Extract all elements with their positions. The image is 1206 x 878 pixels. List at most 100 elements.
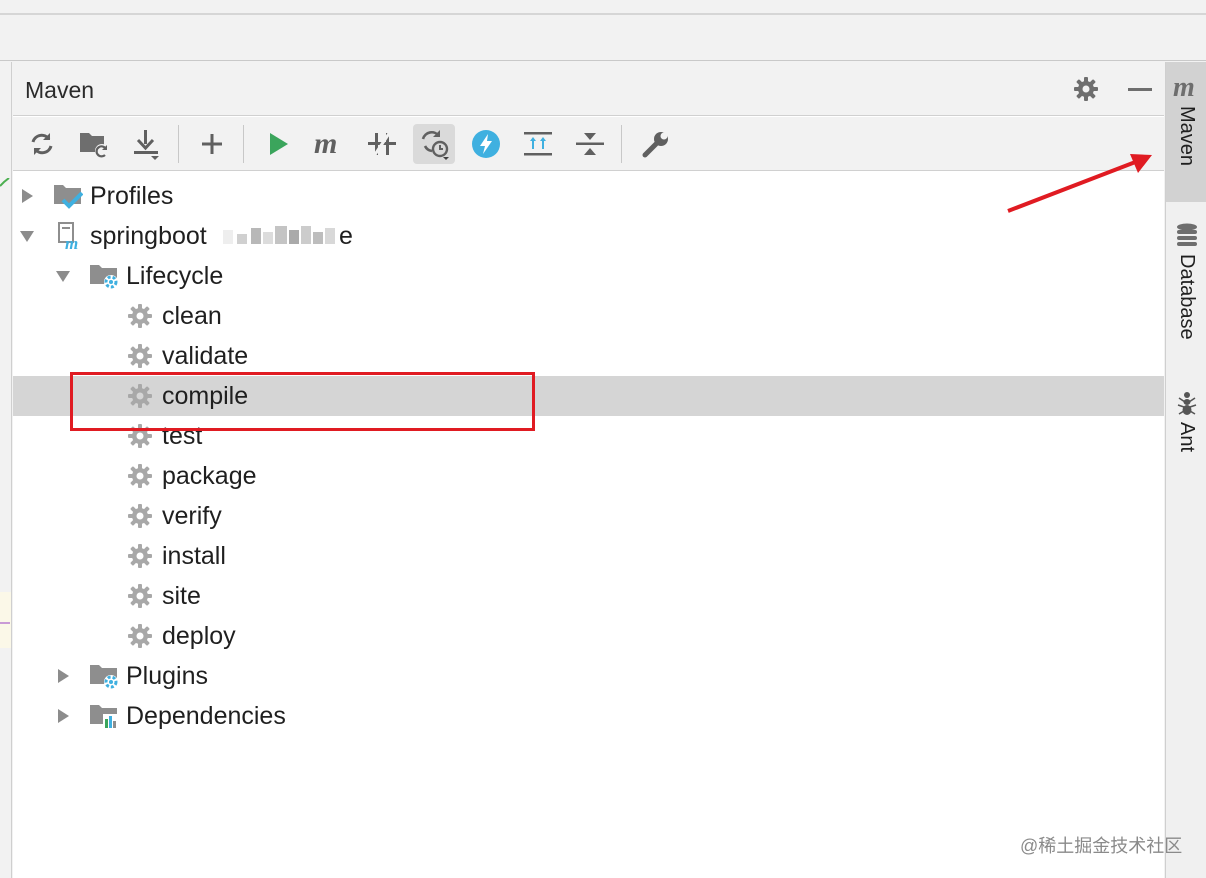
svg-text:m: m bbox=[314, 130, 337, 158]
lifecycle-phase-deploy[interactable]: deploy bbox=[13, 616, 1164, 656]
maven-module-icon: m bbox=[58, 222, 78, 250]
collapse-all-icon bbox=[576, 133, 604, 155]
tree-label: Dependencies bbox=[126, 702, 286, 730]
minimize-icon[interactable] bbox=[1125, 74, 1155, 104]
gear-icon bbox=[128, 344, 152, 368]
stripe-label: Maven bbox=[1176, 106, 1198, 167]
dependencies-folder-icon bbox=[90, 705, 118, 729]
gutter-highlight bbox=[0, 592, 11, 648]
refresh-icon bbox=[31, 133, 53, 155]
panel-title: Maven bbox=[25, 77, 95, 103]
tree-label: Plugins bbox=[126, 662, 208, 690]
watermark: @稀土掘金技术社区 bbox=[1020, 836, 1183, 856]
gear-icon bbox=[128, 424, 152, 448]
expand-arrow-icon[interactable] bbox=[55, 668, 71, 684]
tree-label: clean bbox=[162, 302, 222, 330]
svg-text:m: m bbox=[65, 234, 78, 250]
svg-text:m: m bbox=[1173, 74, 1195, 100]
expand-arrow-icon[interactable] bbox=[55, 708, 71, 724]
gear-icon bbox=[128, 304, 152, 328]
ant-icon bbox=[1177, 392, 1196, 415]
right-tool-stripe: m Maven Database Ant bbox=[1165, 62, 1206, 878]
tree-label: site bbox=[162, 582, 201, 610]
lifecycle-phase-package[interactable]: package bbox=[13, 456, 1164, 496]
stripe-label: Ant bbox=[1176, 422, 1198, 453]
tree-node-profiles[interactable]: Profiles bbox=[13, 176, 1164, 216]
download-sources-button[interactable] bbox=[125, 124, 167, 164]
redacted-project-name bbox=[223, 224, 349, 248]
stripe-label: Database bbox=[1176, 254, 1198, 340]
editor-tab-strip bbox=[0, 0, 1206, 15]
execute-maven-goal-button[interactable]: m bbox=[309, 124, 351, 164]
lifecycle-phase-test[interactable]: test bbox=[13, 416, 1164, 456]
tool-window-header: Maven bbox=[13, 62, 1164, 116]
toolbar-separator bbox=[243, 125, 244, 163]
gear-icon bbox=[128, 384, 152, 408]
profiles-folder-icon bbox=[54, 185, 83, 209]
maven-settings-button[interactable] bbox=[635, 124, 677, 164]
expand-arrow-icon[interactable] bbox=[19, 188, 35, 204]
expand-all-button[interactable] bbox=[517, 124, 559, 164]
skip-tests-icon bbox=[421, 130, 449, 160]
tree-label: compile bbox=[162, 382, 249, 410]
gear-icon bbox=[128, 624, 152, 648]
expand-all-icon bbox=[524, 132, 552, 156]
gear-icon bbox=[128, 584, 152, 608]
lifecycle-phase-validate[interactable]: validate bbox=[13, 336, 1164, 376]
skip-tests-button[interactable] bbox=[413, 124, 455, 164]
tree-label: verify bbox=[162, 502, 222, 530]
lifecycle-phase-site[interactable]: site bbox=[13, 576, 1164, 616]
gear-icon bbox=[128, 464, 152, 488]
tree-label-suffix: e bbox=[339, 222, 353, 250]
tree-label: test bbox=[162, 422, 203, 450]
lifecycle-folder-icon bbox=[90, 265, 118, 289]
tree-label: Profiles bbox=[90, 182, 174, 210]
toolbar-separator bbox=[178, 125, 179, 163]
tree-node-lifecycle[interactable]: Lifecycle bbox=[13, 256, 1164, 296]
collapse-arrow-icon[interactable] bbox=[19, 228, 35, 244]
add-project-button[interactable] bbox=[191, 124, 233, 164]
collapse-arrow-icon[interactable] bbox=[55, 268, 71, 284]
tree-label: springboot bbox=[90, 222, 207, 250]
tree-node-dependencies[interactable]: Dependencies bbox=[13, 696, 1164, 736]
gear-icon bbox=[128, 504, 152, 528]
tree-node-plugins[interactable]: Plugins bbox=[13, 656, 1164, 696]
maven-toolbar: m bbox=[13, 117, 1164, 171]
ide-window: Maven m Profiles m springboot e Lifecycl… bbox=[0, 0, 1206, 878]
lifecycle-phase-install[interactable]: install bbox=[13, 536, 1164, 576]
run-triangle-icon bbox=[270, 133, 288, 155]
lightning-icon bbox=[472, 130, 500, 158]
stripe-tab-database[interactable]: Database bbox=[1166, 218, 1206, 358]
editor-gutter bbox=[0, 62, 12, 878]
reload-all-projects-button[interactable] bbox=[21, 124, 63, 164]
lifecycle-phase-verify[interactable]: verify bbox=[13, 496, 1164, 536]
run-goal-button[interactable] bbox=[257, 124, 299, 164]
maven-project-tree: Profiles m springboot e Lifecycle clean … bbox=[13, 172, 1164, 878]
lifecycle-phase-compile[interactable]: compile bbox=[13, 376, 1164, 416]
download-icon bbox=[134, 130, 159, 160]
stripe-tab-maven[interactable]: m Maven bbox=[1166, 62, 1206, 202]
blur-mosaic bbox=[223, 226, 335, 244]
gear-icon[interactable] bbox=[1071, 74, 1101, 104]
collapse-all-button[interactable] bbox=[569, 124, 611, 164]
offline-icon bbox=[368, 131, 396, 157]
plugins-folder-icon bbox=[90, 665, 118, 689]
tree-label: package bbox=[162, 462, 257, 490]
generate-sources-button[interactable] bbox=[73, 124, 115, 164]
tree-label: Lifecycle bbox=[126, 262, 224, 290]
maven-tool-window: Maven m Profiles m springboot e Lifecycl… bbox=[13, 62, 1164, 878]
stripe-tab-ant[interactable]: Ant bbox=[1166, 386, 1206, 466]
wrench-icon bbox=[642, 132, 668, 158]
maven-m-icon: m bbox=[1173, 74, 1195, 100]
show-dependencies-button[interactable] bbox=[465, 124, 507, 164]
tree-label: install bbox=[162, 542, 226, 570]
folder-refresh-icon bbox=[80, 133, 109, 158]
toolbar-separator bbox=[621, 125, 622, 163]
lifecycle-phase-clean[interactable]: clean bbox=[13, 296, 1164, 336]
tree-label: deploy bbox=[162, 622, 236, 650]
tree-node-project[interactable]: m springboot e bbox=[13, 216, 1164, 256]
tree-label: validate bbox=[162, 342, 249, 370]
plus-icon bbox=[202, 134, 222, 154]
toggle-offline-mode-button[interactable] bbox=[361, 124, 403, 164]
gear-icon bbox=[128, 544, 152, 568]
